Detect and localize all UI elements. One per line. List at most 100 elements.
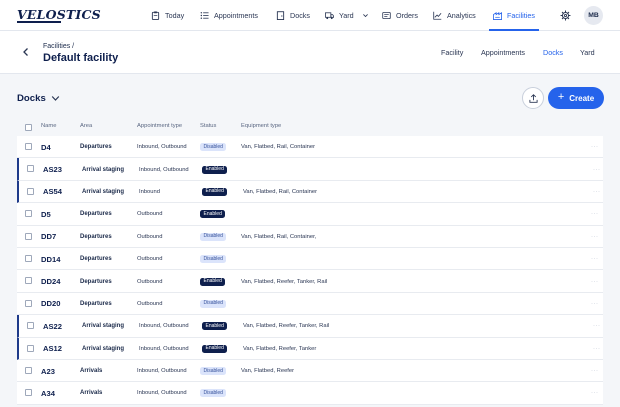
dock-appointment-type: Outbound xyxy=(137,256,163,263)
row-checkbox[interactable] xyxy=(25,143,32,150)
status-badge: Disabled xyxy=(200,255,227,264)
dock-area: Arrivals xyxy=(80,368,103,375)
breadcrumb[interactable]: Facilities / xyxy=(43,43,74,50)
user-avatar[interactable]: MB xyxy=(584,6,603,25)
dock-status: Disabled xyxy=(200,293,227,315)
nav-analytics[interactable]: Analytics xyxy=(433,0,476,31)
column-status[interactable]: Status xyxy=(200,123,216,129)
more-options-icon[interactable]: ··· xyxy=(591,360,599,382)
more-options-icon[interactable]: ··· xyxy=(591,293,599,315)
dock-appointment-type: Inbound, Outbound xyxy=(137,368,187,375)
dock-appointment-type: Outbound xyxy=(137,233,163,240)
dock-name: A23 xyxy=(41,366,55,376)
dock-status: Enabled xyxy=(200,203,226,225)
chevron-down-icon[interactable] xyxy=(51,95,60,102)
table-row[interactable]: D4 Departures Inbound, Outbound Disabled Van… xyxy=(17,136,603,159)
table-row[interactable]: DD20 Departures Outbound Disabled ··· xyxy=(17,292,603,316)
table-row[interactable]: A34 Arrivals Inbound, Outbound Disabled ··· xyxy=(17,382,603,405)
row-checkbox[interactable] xyxy=(27,322,34,330)
table-row[interactable]: A23 Arrivals Inbound, Outbound Disabled Van,… xyxy=(17,359,603,383)
more-options-icon[interactable]: ··· xyxy=(591,382,599,404)
column-appointment-type[interactable]: Appointment type xyxy=(137,123,182,129)
dock-area: Departures xyxy=(80,256,112,263)
row-checkbox[interactable] xyxy=(25,210,32,218)
upload-icon xyxy=(528,93,538,103)
row-checkbox[interactable] xyxy=(25,254,32,262)
list-icon xyxy=(200,12,209,19)
nav-facilities[interactable]: Facilities xyxy=(489,0,539,31)
more-options-icon[interactable]: ··· xyxy=(591,226,599,248)
back-arrow-icon[interactable] xyxy=(20,46,32,58)
table-row[interactable]: AS23 Arrival staging Inbound, Outbound Enab… xyxy=(17,158,603,181)
export-button[interactable] xyxy=(522,87,544,109)
order-icon xyxy=(382,11,391,20)
dock-area: Arrival staging xyxy=(82,188,125,195)
dock-status: Enabled xyxy=(202,158,228,180)
row-checkbox[interactable] xyxy=(27,165,34,173)
row-checkbox[interactable] xyxy=(25,277,32,285)
status-badge: Disabled xyxy=(200,232,227,241)
facility-header: Facilities / Default facility Facility A… xyxy=(0,31,620,74)
row-checkbox[interactable] xyxy=(25,366,32,374)
more-options-icon[interactable]: ··· xyxy=(591,270,599,292)
nav-today[interactable]: Today xyxy=(151,0,184,31)
table-row[interactable]: DD14 Departures Outbound Disabled ··· xyxy=(17,247,603,271)
more-options-icon[interactable]: ··· xyxy=(591,203,599,225)
dock-status: Disabled xyxy=(200,226,227,248)
tab-docks[interactable]: Docks xyxy=(543,48,563,57)
nav-analytics-label: Analytics xyxy=(447,11,476,20)
tab-facility[interactable]: Facility xyxy=(441,48,463,57)
row-checkbox[interactable] xyxy=(27,344,34,352)
table-header: Name Area Appointment type Status Equipm… xyxy=(17,118,603,136)
table-row[interactable]: D5 Departures Outbound Enabled ··· xyxy=(17,203,603,226)
nav-orders[interactable]: Orders xyxy=(382,0,418,31)
more-options-icon[interactable]: ··· xyxy=(593,315,601,337)
more-options-icon[interactable]: ··· xyxy=(593,338,601,360)
dock-area: Departures xyxy=(80,300,112,307)
nav-yard-label: Yard xyxy=(339,11,354,20)
table-row[interactable]: DD24 Departures Outbound Enabled Van, Flatbe… xyxy=(17,270,603,293)
tab-appointments[interactable]: Appointments xyxy=(481,48,525,57)
dock-status: Enabled xyxy=(202,338,228,360)
table-row[interactable]: AS12 Arrival staging Inbound, Outbound Enab… xyxy=(17,337,603,360)
tab-yard[interactable]: Yard xyxy=(580,48,595,57)
gear-icon[interactable] xyxy=(560,10,571,21)
dock-area: Arrivals xyxy=(80,390,103,397)
column-area[interactable]: Area xyxy=(80,123,92,129)
select-all-checkbox[interactable] xyxy=(25,124,32,131)
create-button[interactable]: + Create xyxy=(548,87,604,109)
row-checkbox[interactable] xyxy=(27,187,34,195)
docks-table-body: D4 Departures Inbound, Outbound Disabled Van… xyxy=(17,136,603,405)
dock-name: D4 xyxy=(41,142,51,152)
nav-docks[interactable]: Docks xyxy=(276,0,310,31)
chevron-down-icon xyxy=(362,14,368,18)
column-name[interactable]: Name xyxy=(41,123,56,129)
more-options-icon[interactable]: ··· xyxy=(593,158,601,180)
status-badge: Enabled xyxy=(202,344,228,353)
column-equipment-type[interactable]: Equipment type xyxy=(241,123,281,129)
top-nav: VELOSTICS Today Appointments Docks Yard … xyxy=(0,0,620,31)
table-row[interactable]: AS22 Arrival staging Inbound, Outbound Enab… xyxy=(17,315,603,338)
dock-area: Arrival staging xyxy=(82,323,125,330)
status-badge: Enabled xyxy=(200,210,226,219)
dock-status: Enabled xyxy=(200,270,226,292)
table-row[interactable]: DD7 Departures Outbound Disabled Van, Flatbe… xyxy=(17,225,603,248)
dock-appointment-type: Inbound, Outbound xyxy=(137,390,187,397)
dock-area: Departures xyxy=(80,211,112,218)
section-title[interactable]: Docks xyxy=(17,93,46,104)
table-row[interactable]: AS54 Arrival staging Inbound Enabled Van, Fl… xyxy=(17,180,603,204)
more-options-icon[interactable]: ··· xyxy=(591,248,599,270)
row-checkbox[interactable] xyxy=(25,232,32,240)
more-options-icon[interactable]: ··· xyxy=(591,136,599,158)
nav-yard[interactable]: Yard xyxy=(325,0,369,31)
dock-appointment-type: Inbound xyxy=(139,188,160,195)
more-options-icon[interactable]: ··· xyxy=(593,181,601,203)
row-checkbox[interactable] xyxy=(25,299,32,307)
nav-orders-label: Orders xyxy=(396,11,418,20)
dock-equipment-type: Van, Flatbed, Rail, Container xyxy=(243,188,318,195)
nav-appointments[interactable]: Appointments xyxy=(200,0,258,31)
dock-status: Disabled xyxy=(200,382,227,404)
row-checkbox[interactable] xyxy=(25,389,32,397)
brand-logo[interactable]: VELOSTICS xyxy=(17,7,101,22)
status-badge: Disabled xyxy=(200,299,227,308)
